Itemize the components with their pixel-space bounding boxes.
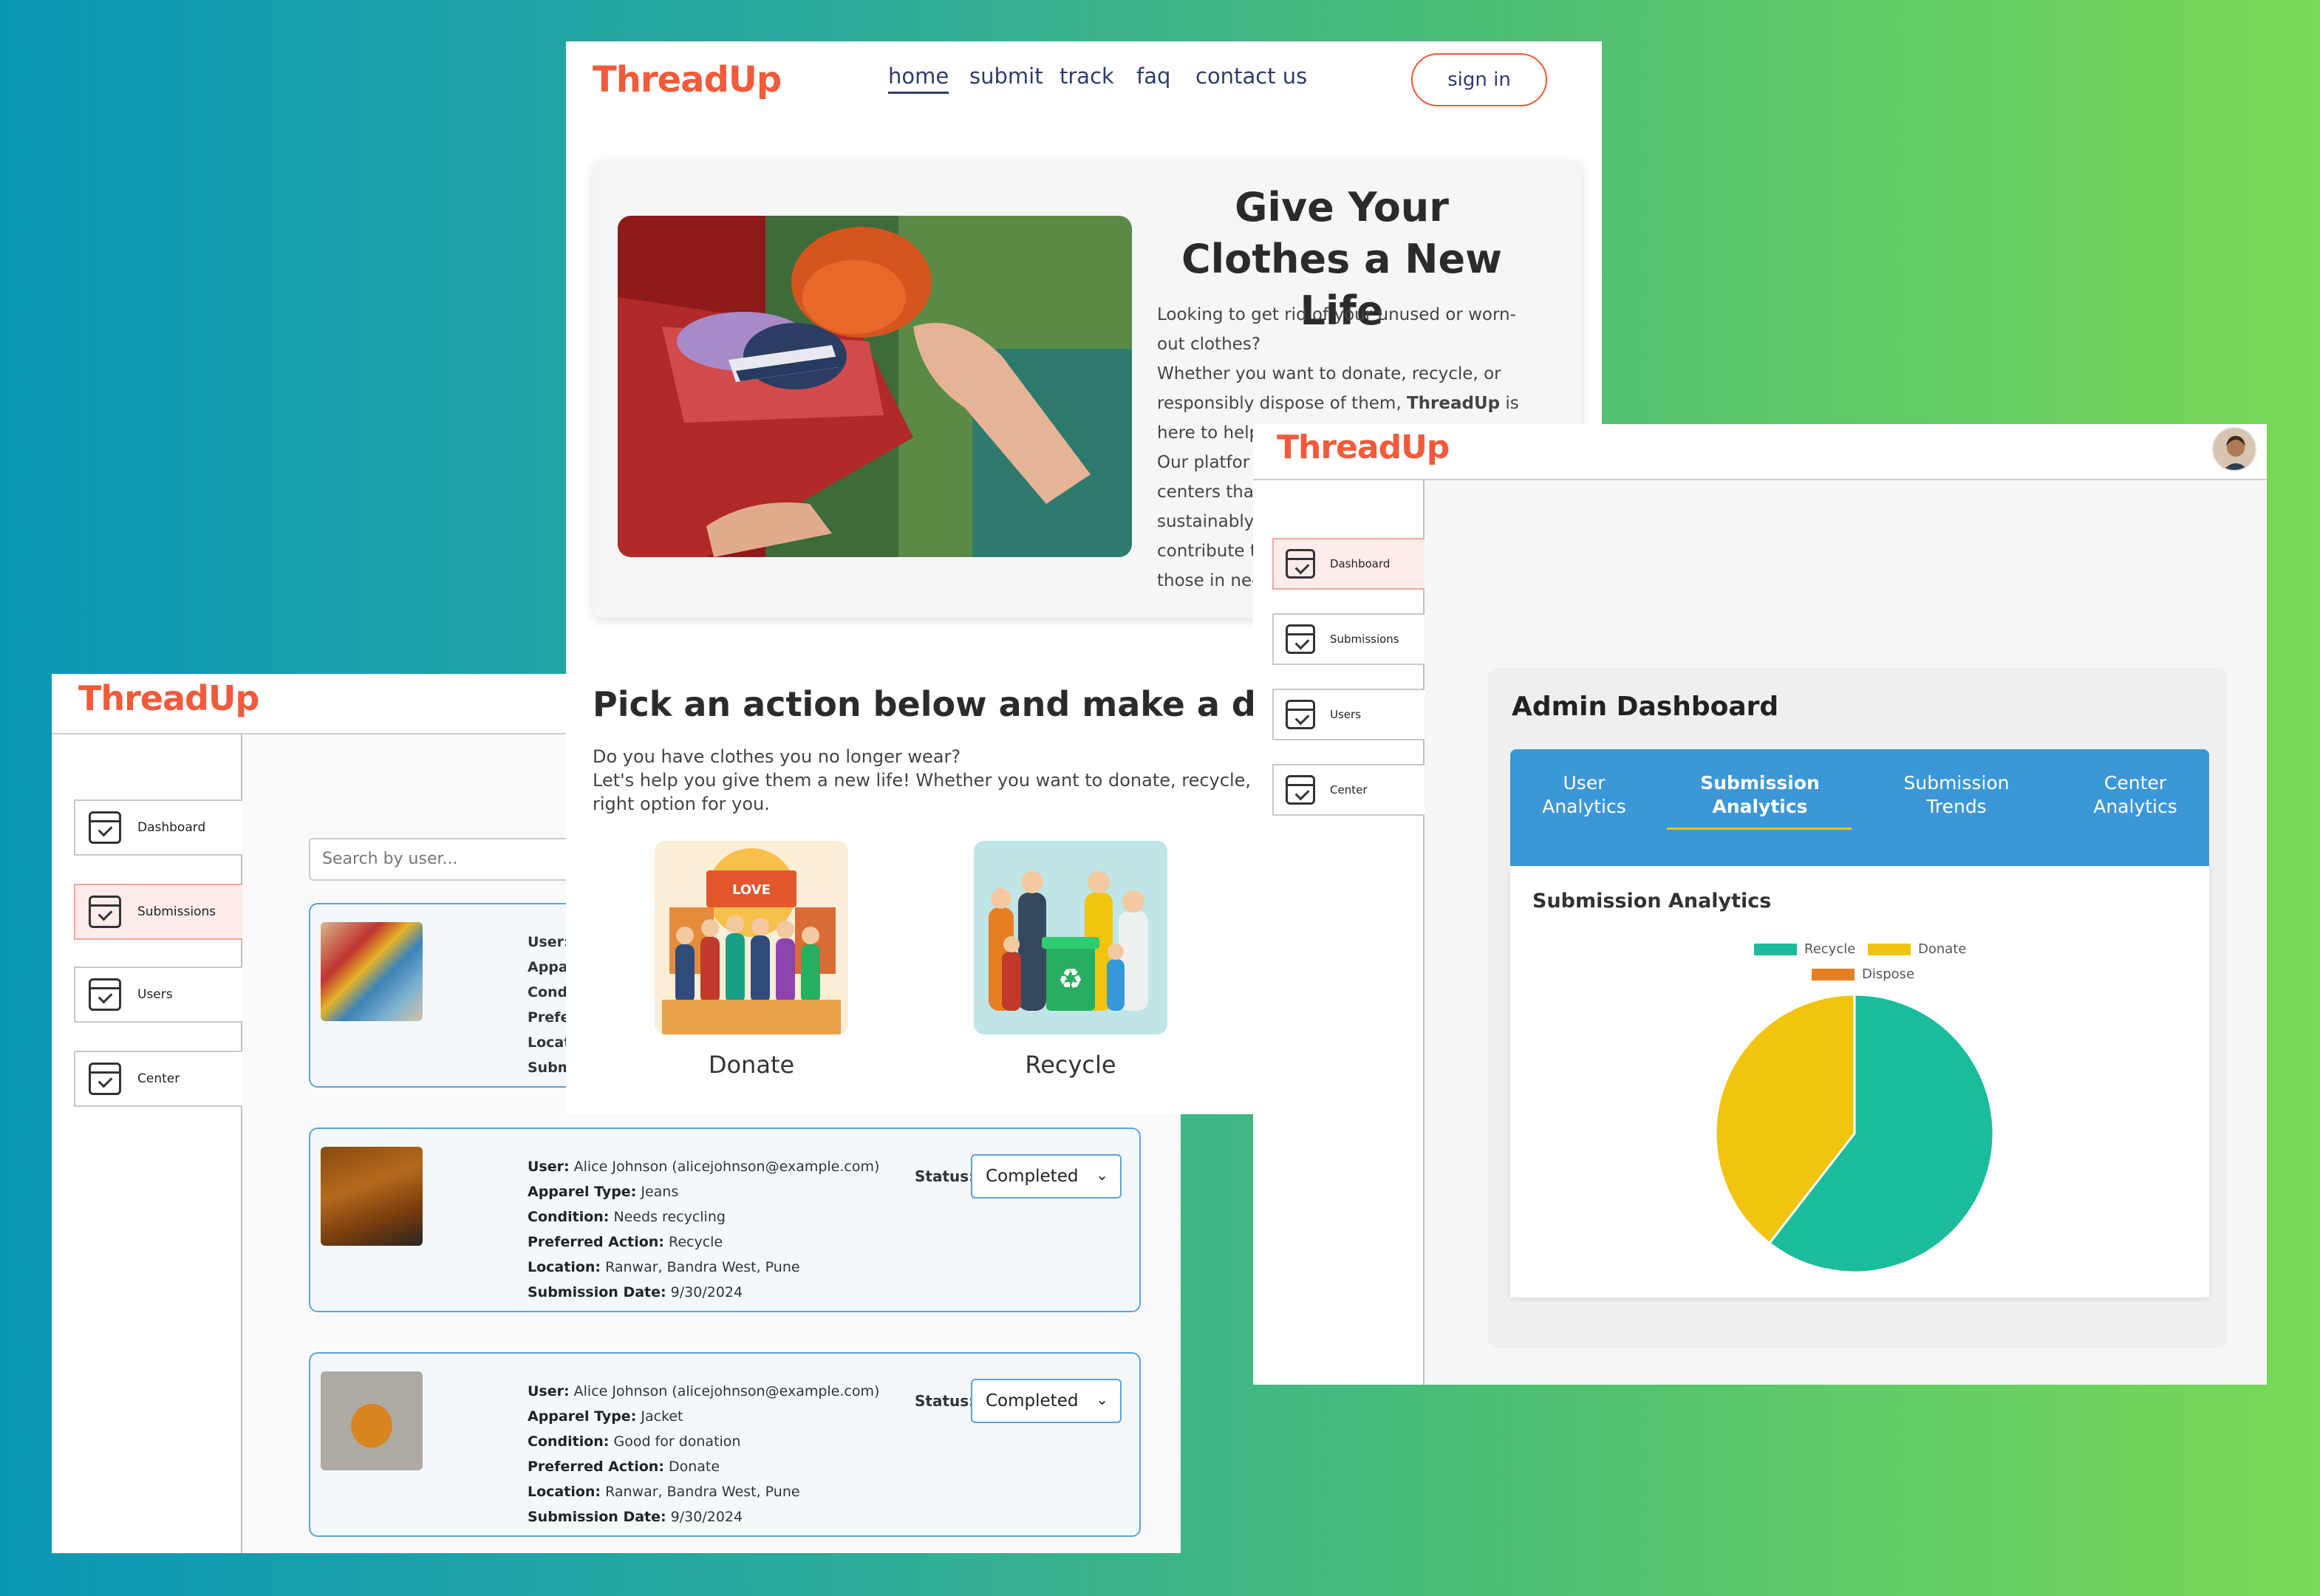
sidebar-item-label: Users: [1330, 708, 1362, 721]
clothes-photo: [321, 1371, 423, 1470]
legend-swatch-dispose: [1812, 968, 1855, 981]
hero-image: [618, 216, 1132, 557]
sidebar-item-label: Submissions: [1330, 632, 1399, 646]
sidebar-item-users[interactable]: Users: [74, 966, 242, 1023]
user-avatar-icon: [2214, 429, 2255, 470]
chart-title: Submission Analytics: [1532, 890, 1772, 913]
calendar-check-icon: [89, 811, 121, 844]
tab-user-analytics[interactable]: User Analytics: [1510, 771, 1658, 819]
sidebar-item-submissions[interactable]: Submissions: [1272, 613, 1425, 665]
donate-label[interactable]: Donate: [655, 1051, 848, 1079]
clothes-donation-bin-photo: [618, 216, 1132, 557]
section-title: Pick an action below and make a differe: [593, 684, 1358, 724]
calendar-check-icon: [89, 896, 121, 928]
calendar-check-icon: [1286, 549, 1315, 579]
status-select[interactable]: Completed ⌄: [971, 1379, 1122, 1423]
legend-swatch-donate: [1868, 943, 1911, 955]
chevron-down-icon: ⌄: [1096, 1391, 1108, 1408]
svg-text:♻: ♻: [1058, 963, 1083, 995]
sidebar-item-label: Dashboard: [137, 820, 206, 835]
legend-item-recycle[interactable]: Recycle: [1754, 941, 1855, 957]
calendar-check-icon: [1286, 775, 1315, 805]
sidebar-item-label: Dashboard: [1330, 557, 1391, 570]
sidebar-item-label: Center: [137, 1071, 180, 1086]
tab-center-analytics[interactable]: Center Analytics: [2061, 771, 2209, 819]
sidebar-item-center[interactable]: Center: [1272, 764, 1425, 816]
status-select[interactable]: Completed ⌄: [971, 1154, 1122, 1198]
page-title: Admin Dashboard: [1512, 692, 1779, 722]
status-label: Status:: [915, 1392, 975, 1410]
nav-home[interactable]: home: [888, 64, 949, 94]
search-input[interactable]: Search by user...: [309, 838, 575, 881]
tab-submission-analytics[interactable]: Submission Analytics: [1686, 771, 1834, 819]
admin-window: ThreadUp Dashboard Submissions Users Cen…: [1253, 424, 2267, 1385]
legend-swatch-recycle: [1754, 943, 1797, 955]
sidebar-item-label: Center: [1330, 783, 1368, 797]
donate-tile[interactable]: LOVE: [655, 841, 848, 1034]
sidebar-item-center[interactable]: Center: [74, 1051, 242, 1107]
submission-card: User: Alice Johnson (alicejohnson@exampl…: [309, 1352, 1141, 1537]
logo[interactable]: ThreadUp: [78, 678, 259, 718]
sidebar-item-label: Users: [137, 987, 173, 1002]
chevron-down-icon: ⌄: [1096, 1166, 1108, 1184]
submission-card: User: Alice Johnson (alicejohnson@exampl…: [309, 1128, 1141, 1312]
card-details: User: Alice Johnson (alicejohnson@exampl…: [528, 1383, 880, 1525]
recycle-label[interactable]: Recycle: [974, 1051, 1167, 1079]
legend-item-donate[interactable]: Donate: [1868, 941, 1966, 957]
donate-illustration: LOVE: [655, 841, 848, 1034]
sidebar-item-dashboard[interactable]: Dashboard: [74, 799, 242, 856]
logo[interactable]: ThreadUp: [1277, 429, 1450, 466]
sign-in-button[interactable]: sign in: [1411, 53, 1547, 106]
legend-item-dispose[interactable]: Dispose: [1812, 966, 1914, 982]
nav-faq[interactable]: faq: [1136, 64, 1170, 89]
header: ThreadUp: [1253, 424, 2267, 480]
sidebar-item-dashboard[interactable]: Dashboard: [1272, 538, 1425, 590]
nav-submit[interactable]: submit: [969, 64, 1043, 89]
sidebar: Dashboard Submissions Users Center: [52, 734, 242, 1553]
nav-track[interactable]: track: [1060, 64, 1114, 89]
calendar-check-icon: [89, 978, 121, 1011]
recycle-tile[interactable]: ♻: [974, 841, 1167, 1034]
logo[interactable]: ThreadUp: [593, 59, 782, 100]
sidebar-item-submissions[interactable]: Submissions: [74, 884, 242, 940]
clothes-photo: [321, 922, 423, 1021]
calendar-check-icon: [1286, 700, 1315, 729]
pie-chart: [1714, 993, 1995, 1274]
card-details: User: Alice Johnson (alicejohnson@exampl…: [528, 1159, 880, 1300]
sidebar: Dashboard Submissions Users Center: [1253, 480, 1425, 1385]
recycle-illustration: ♻: [974, 841, 1167, 1034]
calendar-check-icon: [1286, 624, 1315, 654]
tab-submission-trends[interactable]: Submission Trends: [1883, 771, 2030, 819]
nav-contact-us[interactable]: contact us: [1195, 64, 1307, 89]
status-label: Status:: [915, 1167, 975, 1185]
sidebar-item-label: Submissions: [137, 904, 216, 919]
sidebar-item-users[interactable]: Users: [1272, 689, 1425, 740]
calendar-check-icon: [89, 1063, 121, 1095]
clothes-photo: [321, 1147, 423, 1246]
analytics-tabs: User Analytics Submission Analytics Submis…: [1510, 749, 2209, 866]
donate-banner-text: LOVE: [732, 882, 771, 898]
active-tab-indicator: [1667, 828, 1852, 830]
avatar[interactable]: [2212, 427, 2256, 471]
